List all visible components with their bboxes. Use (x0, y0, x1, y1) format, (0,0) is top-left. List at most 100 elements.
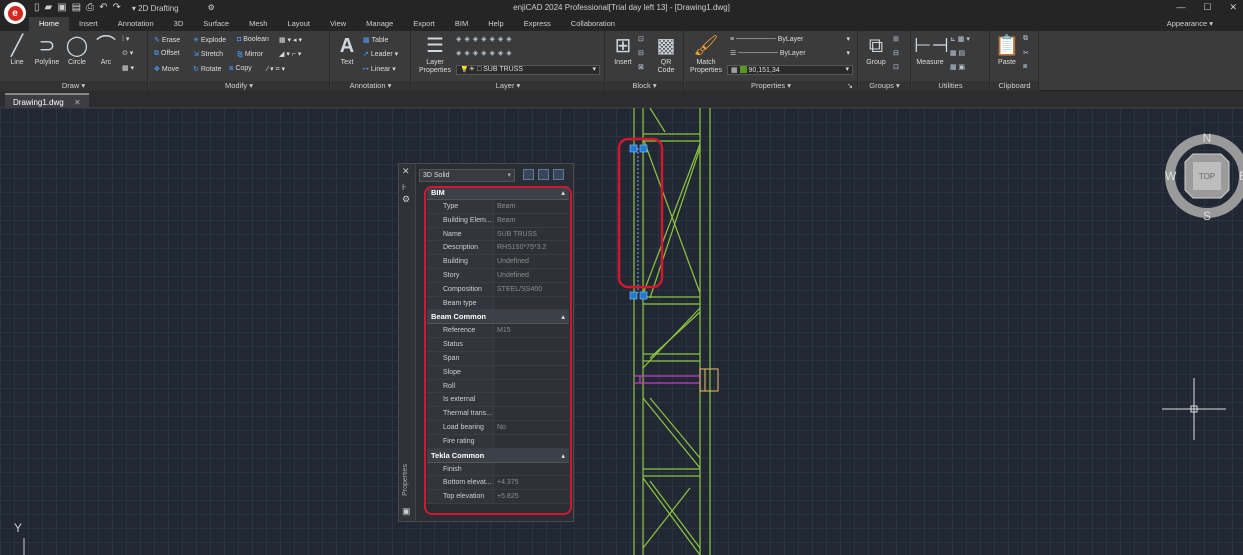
measure-button[interactable]: ⊢⊣ Measure (914, 33, 949, 66)
layer-tools-row1[interactable]: ◈◈◈◈◈◈◈ (456, 35, 515, 43)
block-panel-title[interactable]: Block ▾ (606, 81, 683, 91)
tab-surface[interactable]: Surface (193, 17, 239, 31)
layer-dropdown[interactable]: 💡☀ □ SUB TRUSS ▾ (456, 65, 600, 75)
tab-export[interactable]: Export (403, 17, 445, 31)
copy-base-icon[interactable]: ⧈ (1023, 63, 1027, 71)
paste-button[interactable]: 📋 Paste (994, 33, 1020, 66)
properties-panel-title[interactable]: Properties ▾ ↘ (685, 81, 857, 91)
array-icon[interactable]: ▦ ▾ ◂ ▾ (279, 36, 302, 44)
color-dropdown[interactable]: ▦ 90,151,34 ▾ (727, 65, 853, 75)
auto-hide-icon[interactable]: ⊦ (402, 182, 407, 193)
quick-calc-icon[interactable]: ⊾ ▦ ▾ (950, 35, 970, 43)
erase-button[interactable]: ✎ Erase (154, 36, 180, 44)
close-icon[interactable]: ✕ (1229, 2, 1237, 13)
modify-panel-title[interactable]: Modify ▾ (149, 81, 329, 91)
groups-panel-title[interactable]: Groups ▾ (859, 81, 910, 91)
offset-icon: ⧉ (154, 50, 159, 57)
tab-insert[interactable]: Insert (69, 17, 108, 31)
insert-button[interactable]: ⊞ Insert (610, 33, 636, 66)
tab-view[interactable]: View (320, 17, 356, 31)
compass-w[interactable]: W (1165, 169, 1177, 183)
ellipse-icon[interactable]: ⊙ ▾ (122, 49, 133, 57)
layer-properties-button[interactable]: ☰ Layer Properties (418, 33, 452, 75)
linear-button[interactable]: ↦ Linear ▾ (363, 65, 396, 73)
toggle-pickadd-icon[interactable] (523, 169, 534, 180)
close-tab-icon[interactable]: ✕ (74, 98, 81, 107)
object-type-select[interactable]: 3D Solid ▾ (419, 169, 515, 182)
tab-bim[interactable]: BIM (445, 17, 478, 31)
leader-button[interactable]: ↗ Leader ▾ (363, 50, 398, 58)
block-edit-icon[interactable]: ⊡ (638, 35, 644, 43)
select-objects-icon[interactable] (538, 169, 549, 180)
rotate-icon: ↻ (193, 66, 199, 73)
document-tab[interactable]: Drawing1.dwg ✕ (5, 93, 89, 108)
tab-home[interactable]: Home (29, 17, 70, 31)
trim-icon[interactable]: ⁄ ▾ ⌗ ▾ (267, 65, 285, 74)
panel-block: ⊞ Insert ⊡ ⊟ ⊠ ▩ QR Code Block ▾ (606, 31, 684, 91)
line-button[interactable]: ╱ Line (4, 33, 30, 66)
linear-dim-icon: ↦ (363, 66, 369, 73)
maximize-icon[interactable]: ☐ (1203, 2, 1211, 13)
polyline-button[interactable]: ⊃ Polyline (32, 33, 62, 66)
hatch-icon[interactable]: ▦ ▾ (122, 64, 134, 72)
table-button[interactable]: ▦ Table (363, 36, 388, 44)
boolean-button[interactable]: ◘ Boolean (237, 36, 269, 43)
offset-button[interactable]: ⧉ Offset (154, 50, 180, 58)
block-attr-icon[interactable]: ⊟ (638, 49, 644, 57)
point-icon[interactable]: ⁞ ▾ (122, 35, 129, 43)
quick-select-icon[interactable] (553, 169, 564, 180)
utilities-panel-title[interactable]: Utilities (912, 81, 989, 91)
group-button[interactable]: ⧉ Group (862, 33, 890, 66)
move-label: Move (161, 66, 179, 73)
move-button[interactable]: ✥ Move (154, 65, 179, 73)
panel-properties: 🖌 Match Properties ≡ ──────── ByLayer ▾ ☰ … (685, 31, 858, 91)
tab-layout[interactable]: Layout (277, 17, 320, 31)
tab-annotation[interactable]: Annotation (108, 17, 164, 31)
ungroup-icon[interactable]: ⊞ (893, 35, 899, 43)
copy-button[interactable]: ⧈ Copy (229, 65, 252, 73)
tab-express[interactable]: Express (514, 17, 561, 31)
text-button[interactable]: A Text (335, 33, 359, 66)
group-edit-icon[interactable]: ⊟ (893, 49, 899, 57)
viewcube[interactable]: TOP N S W E (1163, 132, 1243, 220)
draw-panel-title[interactable]: Draw ▾ (0, 81, 147, 91)
palette-footer-icon[interactable]: ▣ (402, 506, 411, 517)
copy-clip-icon[interactable]: ⧉ (1023, 35, 1028, 43)
tab-collaboration[interactable]: Collaboration (561, 17, 625, 31)
layer-panel-title[interactable]: Layer ▾ (412, 81, 604, 91)
drawing-canvas[interactable]: TOP N S W E Y (0, 108, 1243, 555)
appearance-label: Appearance (1166, 19, 1208, 28)
lineweight-dropdown[interactable]: ☰ ──────── ByLayer ▾ (727, 50, 853, 60)
close-palette-icon[interactable]: ✕ (402, 166, 410, 177)
rotate-button[interactable]: ↻ Rotate (193, 65, 222, 73)
app-logo[interactable]: e (4, 2, 26, 24)
minimize-icon[interactable]: — (1176, 2, 1185, 13)
appearance-menu[interactable]: Appearance ▾ (1167, 19, 1213, 28)
explode-button[interactable]: ✳ Explode (193, 36, 226, 44)
block-define-icon[interactable]: ⊠ (638, 63, 644, 71)
qr-code-button[interactable]: ▩ QR Code (652, 33, 680, 75)
clipboard-panel-title[interactable]: Clipboard (991, 81, 1038, 91)
cut-icon[interactable]: ✂ (1023, 49, 1029, 57)
tab-3d[interactable]: 3D (164, 17, 194, 31)
arc-button[interactable]: ⌒ Arc (94, 33, 118, 66)
fillet-icon[interactable]: ◢ ▾ ⌐ ▾ (279, 50, 301, 58)
compass-e[interactable]: E (1239, 169, 1243, 183)
layer-tools-row2[interactable]: ◈◈◈◈◈◈◈ (456, 49, 515, 57)
tab-help[interactable]: Help (478, 17, 513, 31)
stretch-button[interactable]: ⇲ Stretch (193, 50, 223, 58)
ribbon: ╱ Line ⊃ Polyline ◯ Circle ⌒ Arc ⁞ ▾ ⊙ ▾ ▦ ▾… (0, 31, 1243, 91)
select-all-icon[interactable]: ▦ ▣ (950, 63, 965, 71)
mirror-button[interactable]: ⧎ Mirror (237, 50, 263, 58)
id-point-icon[interactable]: ▦ ▤ (950, 49, 965, 57)
compass-n[interactable]: N (1203, 132, 1212, 145)
linetype-dropdown[interactable]: ≡ ──────── ByLayer ▾ (727, 36, 853, 46)
compass-s[interactable]: S (1203, 209, 1211, 220)
group-select-icon[interactable]: ⊡ (893, 63, 899, 71)
annotation-panel-title[interactable]: Annotation ▾ (331, 81, 410, 91)
match-properties-button[interactable]: 🖌 Match Properties (688, 33, 724, 75)
tab-manage[interactable]: Manage (356, 17, 403, 31)
palette-settings-icon[interactable]: ⚙ (402, 194, 410, 205)
tab-mesh[interactable]: Mesh (239, 17, 277, 31)
circle-button[interactable]: ◯ Circle (64, 33, 90, 66)
